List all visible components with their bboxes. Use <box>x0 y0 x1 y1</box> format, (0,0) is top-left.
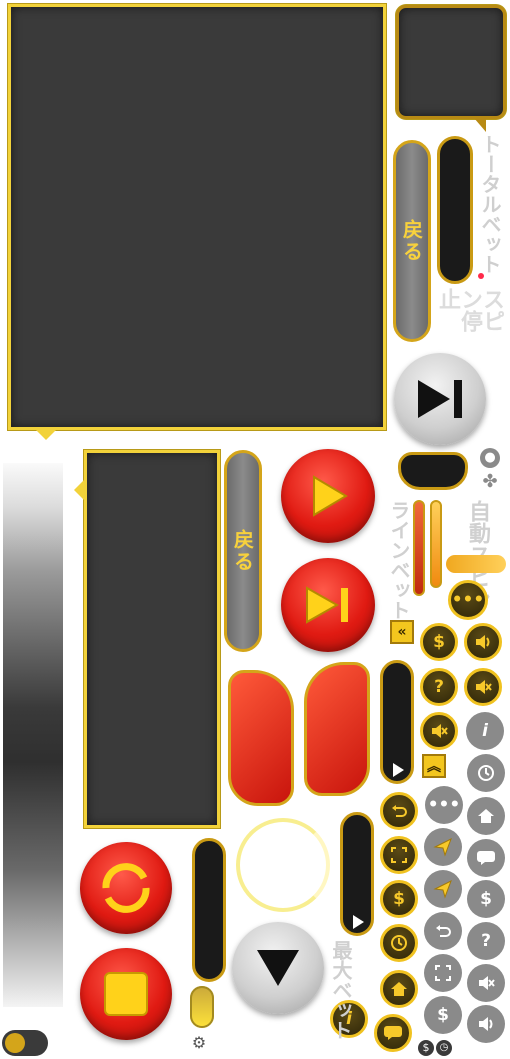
settings-gear-icon[interactable]: ⚙ <box>190 1034 208 1052</box>
nav-arrow-button-2[interactable] <box>424 870 462 908</box>
max-bet-slider[interactable] <box>340 812 374 936</box>
max-bet-label: 最大ベット <box>329 940 353 1040</box>
bet-level-meter <box>430 500 442 588</box>
coin-spin-button[interactable]: $ <box>380 880 418 918</box>
info-button[interactable]: i <box>466 712 504 750</box>
back-button-mid[interactable]: 戻る <box>224 450 262 652</box>
skip-next-icon <box>418 380 462 418</box>
chat-icon <box>477 851 495 865</box>
navigate-icon <box>433 879 452 899</box>
navigate-icon <box>433 837 452 857</box>
total-bet-display <box>437 136 473 284</box>
volume-button[interactable] <box>464 623 502 661</box>
fullscreen-gray-button[interactable] <box>424 954 462 992</box>
line-bet-slider[interactable] <box>380 660 414 784</box>
ribbon-left <box>228 670 294 806</box>
main-dialog-panel <box>8 4 386 430</box>
help-gray-button[interactable]: ? <box>467 922 505 960</box>
volume-gray-button[interactable] <box>467 1005 505 1043</box>
total-bet-label: トータルベット <box>478 134 502 274</box>
slider-arrow-icon <box>393 763 404 777</box>
auto-spin-toggle[interactable] <box>446 555 506 573</box>
notification-dot <box>478 273 484 279</box>
user-icon[interactable]: ● <box>480 448 500 468</box>
play-button[interactable] <box>281 449 375 543</box>
bet-toggle[interactable] <box>190 986 214 1028</box>
coin-spin-gray-button[interactable]: $ <box>424 996 462 1034</box>
chat-icon <box>384 1026 402 1040</box>
mute-button-2[interactable] <box>420 712 458 750</box>
coin-gray-button[interactable]: $ <box>467 880 505 918</box>
small-tooltip-tail <box>474 118 486 132</box>
mute-gray-button[interactable] <box>467 964 505 1002</box>
clover-icon: ✤ <box>482 471 498 492</box>
fullscreen-icon <box>391 847 407 863</box>
nav-arrow-button[interactable] <box>424 828 462 866</box>
chevron-down-icon <box>257 950 299 986</box>
red-skip-icon <box>306 586 348 624</box>
home-icon <box>478 809 494 823</box>
back-button-mid-label: 戻る <box>230 529 255 573</box>
line-bet-label: ラインベット <box>387 500 411 620</box>
spin-stop-label: スピン停止 <box>435 288 504 332</box>
undo-icon <box>392 805 407 817</box>
stop-icon <box>104 972 148 1016</box>
history-icon <box>391 935 407 951</box>
undo-icon <box>436 925 451 937</box>
volume-icon <box>476 635 490 649</box>
red-skip-button[interactable] <box>281 558 375 652</box>
mute-icon <box>432 724 448 738</box>
autoplay-button[interactable] <box>80 842 172 934</box>
chat-button[interactable] <box>374 1014 412 1052</box>
collapse-left-button[interactable]: « <box>390 620 414 644</box>
secondary-dialog-panel <box>84 450 220 828</box>
slider-arrow-icon <box>353 915 364 929</box>
history-icon <box>478 765 494 781</box>
fullscreen-button[interactable] <box>380 836 418 874</box>
coin-icon: $ <box>418 1040 434 1056</box>
undo-button[interactable] <box>380 792 418 830</box>
coin-stack-button[interactable]: $ <box>420 623 458 661</box>
mute-icon <box>479 976 495 990</box>
auto-spin-tab[interactable] <box>398 452 468 490</box>
bottom-toggle[interactable] <box>2 1030 48 1056</box>
volume-icon <box>479 1017 493 1031</box>
help-button[interactable]: ? <box>420 668 458 706</box>
expand-up-button[interactable]: ︽ <box>422 754 446 778</box>
more-button[interactable]: ••• <box>448 580 488 620</box>
play-icon <box>313 475 348 517</box>
home-icon <box>391 982 407 996</box>
refresh-icon <box>102 863 150 913</box>
mute-icon <box>476 680 492 694</box>
history-gold-button[interactable] <box>380 924 418 962</box>
home-gray-button[interactable] <box>467 797 505 835</box>
gradient-bar <box>3 463 63 1007</box>
chat-gray-button[interactable] <box>467 839 505 877</box>
secondary-dialog-pointer <box>74 480 84 500</box>
more-gray-button[interactable]: ••• <box>425 786 463 824</box>
back-button-top[interactable]: 戻る <box>393 140 431 342</box>
ribbon-right <box>304 662 370 796</box>
mute-button[interactable] <box>464 668 502 706</box>
history-button[interactable] <box>467 754 505 792</box>
bet-slider-bottom[interactable] <box>192 838 226 982</box>
loading-ring <box>236 818 330 912</box>
stop-button[interactable] <box>80 948 172 1040</box>
small-tooltip-panel <box>396 5 506 119</box>
clock-icon: ◷ <box>436 1040 452 1056</box>
scroll-down-button[interactable] <box>232 922 324 1014</box>
main-dialog-pointer <box>36 430 56 440</box>
back-button-top-label: 戻る <box>399 219 424 263</box>
undo-gray-button[interactable] <box>424 912 462 950</box>
line-bet-meter <box>413 500 425 596</box>
skip-next-button[interactable] <box>394 353 486 445</box>
fullscreen-icon <box>435 965 451 981</box>
home-button[interactable] <box>380 970 418 1008</box>
